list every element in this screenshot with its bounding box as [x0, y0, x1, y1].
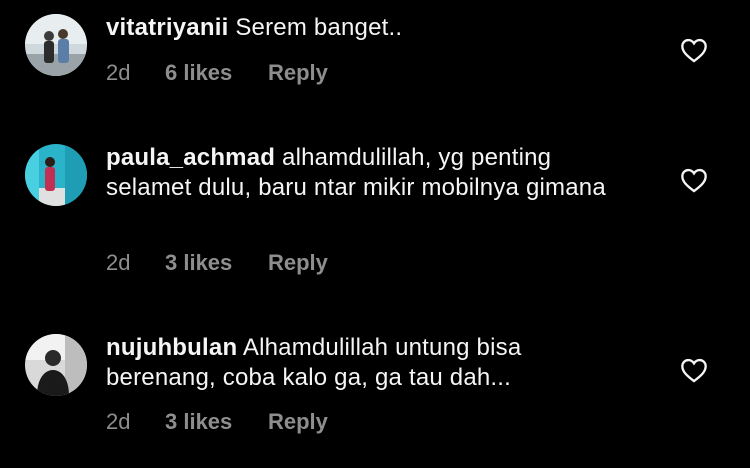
- user-avatar[interactable]: [25, 334, 87, 396]
- heart-outline-icon[interactable]: [680, 167, 708, 193]
- comment-item: nujuhbulan Alhamdulillah untung bisa ber…: [0, 310, 750, 468]
- comment-content: vitatriyanii Serem banget..: [106, 13, 626, 43]
- heart-outline-icon[interactable]: [680, 37, 708, 63]
- comment-likes-count[interactable]: 3 likes: [165, 407, 268, 437]
- comment-item: vitatriyanii Serem banget.. 2d 6 likes R…: [0, 0, 750, 110]
- comment-item: paula_achmad alhamdulillah, yg penting s…: [0, 110, 750, 310]
- reply-button[interactable]: Reply: [268, 58, 328, 88]
- user-avatar[interactable]: [25, 14, 87, 76]
- comment-username[interactable]: vitatriyanii: [106, 14, 228, 41]
- comment-meta: 2d 3 likes Reply: [106, 407, 328, 437]
- heart-outline-icon[interactable]: [680, 357, 708, 383]
- comment-meta: 2d 3 likes Reply: [106, 248, 328, 278]
- comment-meta: 2d 6 likes Reply: [106, 58, 328, 88]
- comment-likes-count[interactable]: 6 likes: [165, 58, 268, 88]
- comment-timestamp: 2d: [106, 250, 131, 275]
- user-avatar[interactable]: [25, 144, 87, 206]
- comment-username[interactable]: nujuhbulan: [106, 334, 237, 361]
- comment-timestamp: 2d: [106, 409, 131, 434]
- comment-username[interactable]: paula_achmad: [106, 144, 275, 171]
- comment-timestamp: 2d: [106, 60, 131, 85]
- comment-content: nujuhbulan Alhamdulillah untung bisa ber…: [106, 333, 626, 393]
- reply-button[interactable]: Reply: [268, 407, 328, 437]
- comment-content: paula_achmad alhamdulillah, yg penting s…: [106, 143, 626, 203]
- reply-button[interactable]: Reply: [268, 248, 328, 278]
- comment-likes-count[interactable]: 3 likes: [165, 248, 268, 278]
- comment-text: Serem banget..: [235, 14, 403, 41]
